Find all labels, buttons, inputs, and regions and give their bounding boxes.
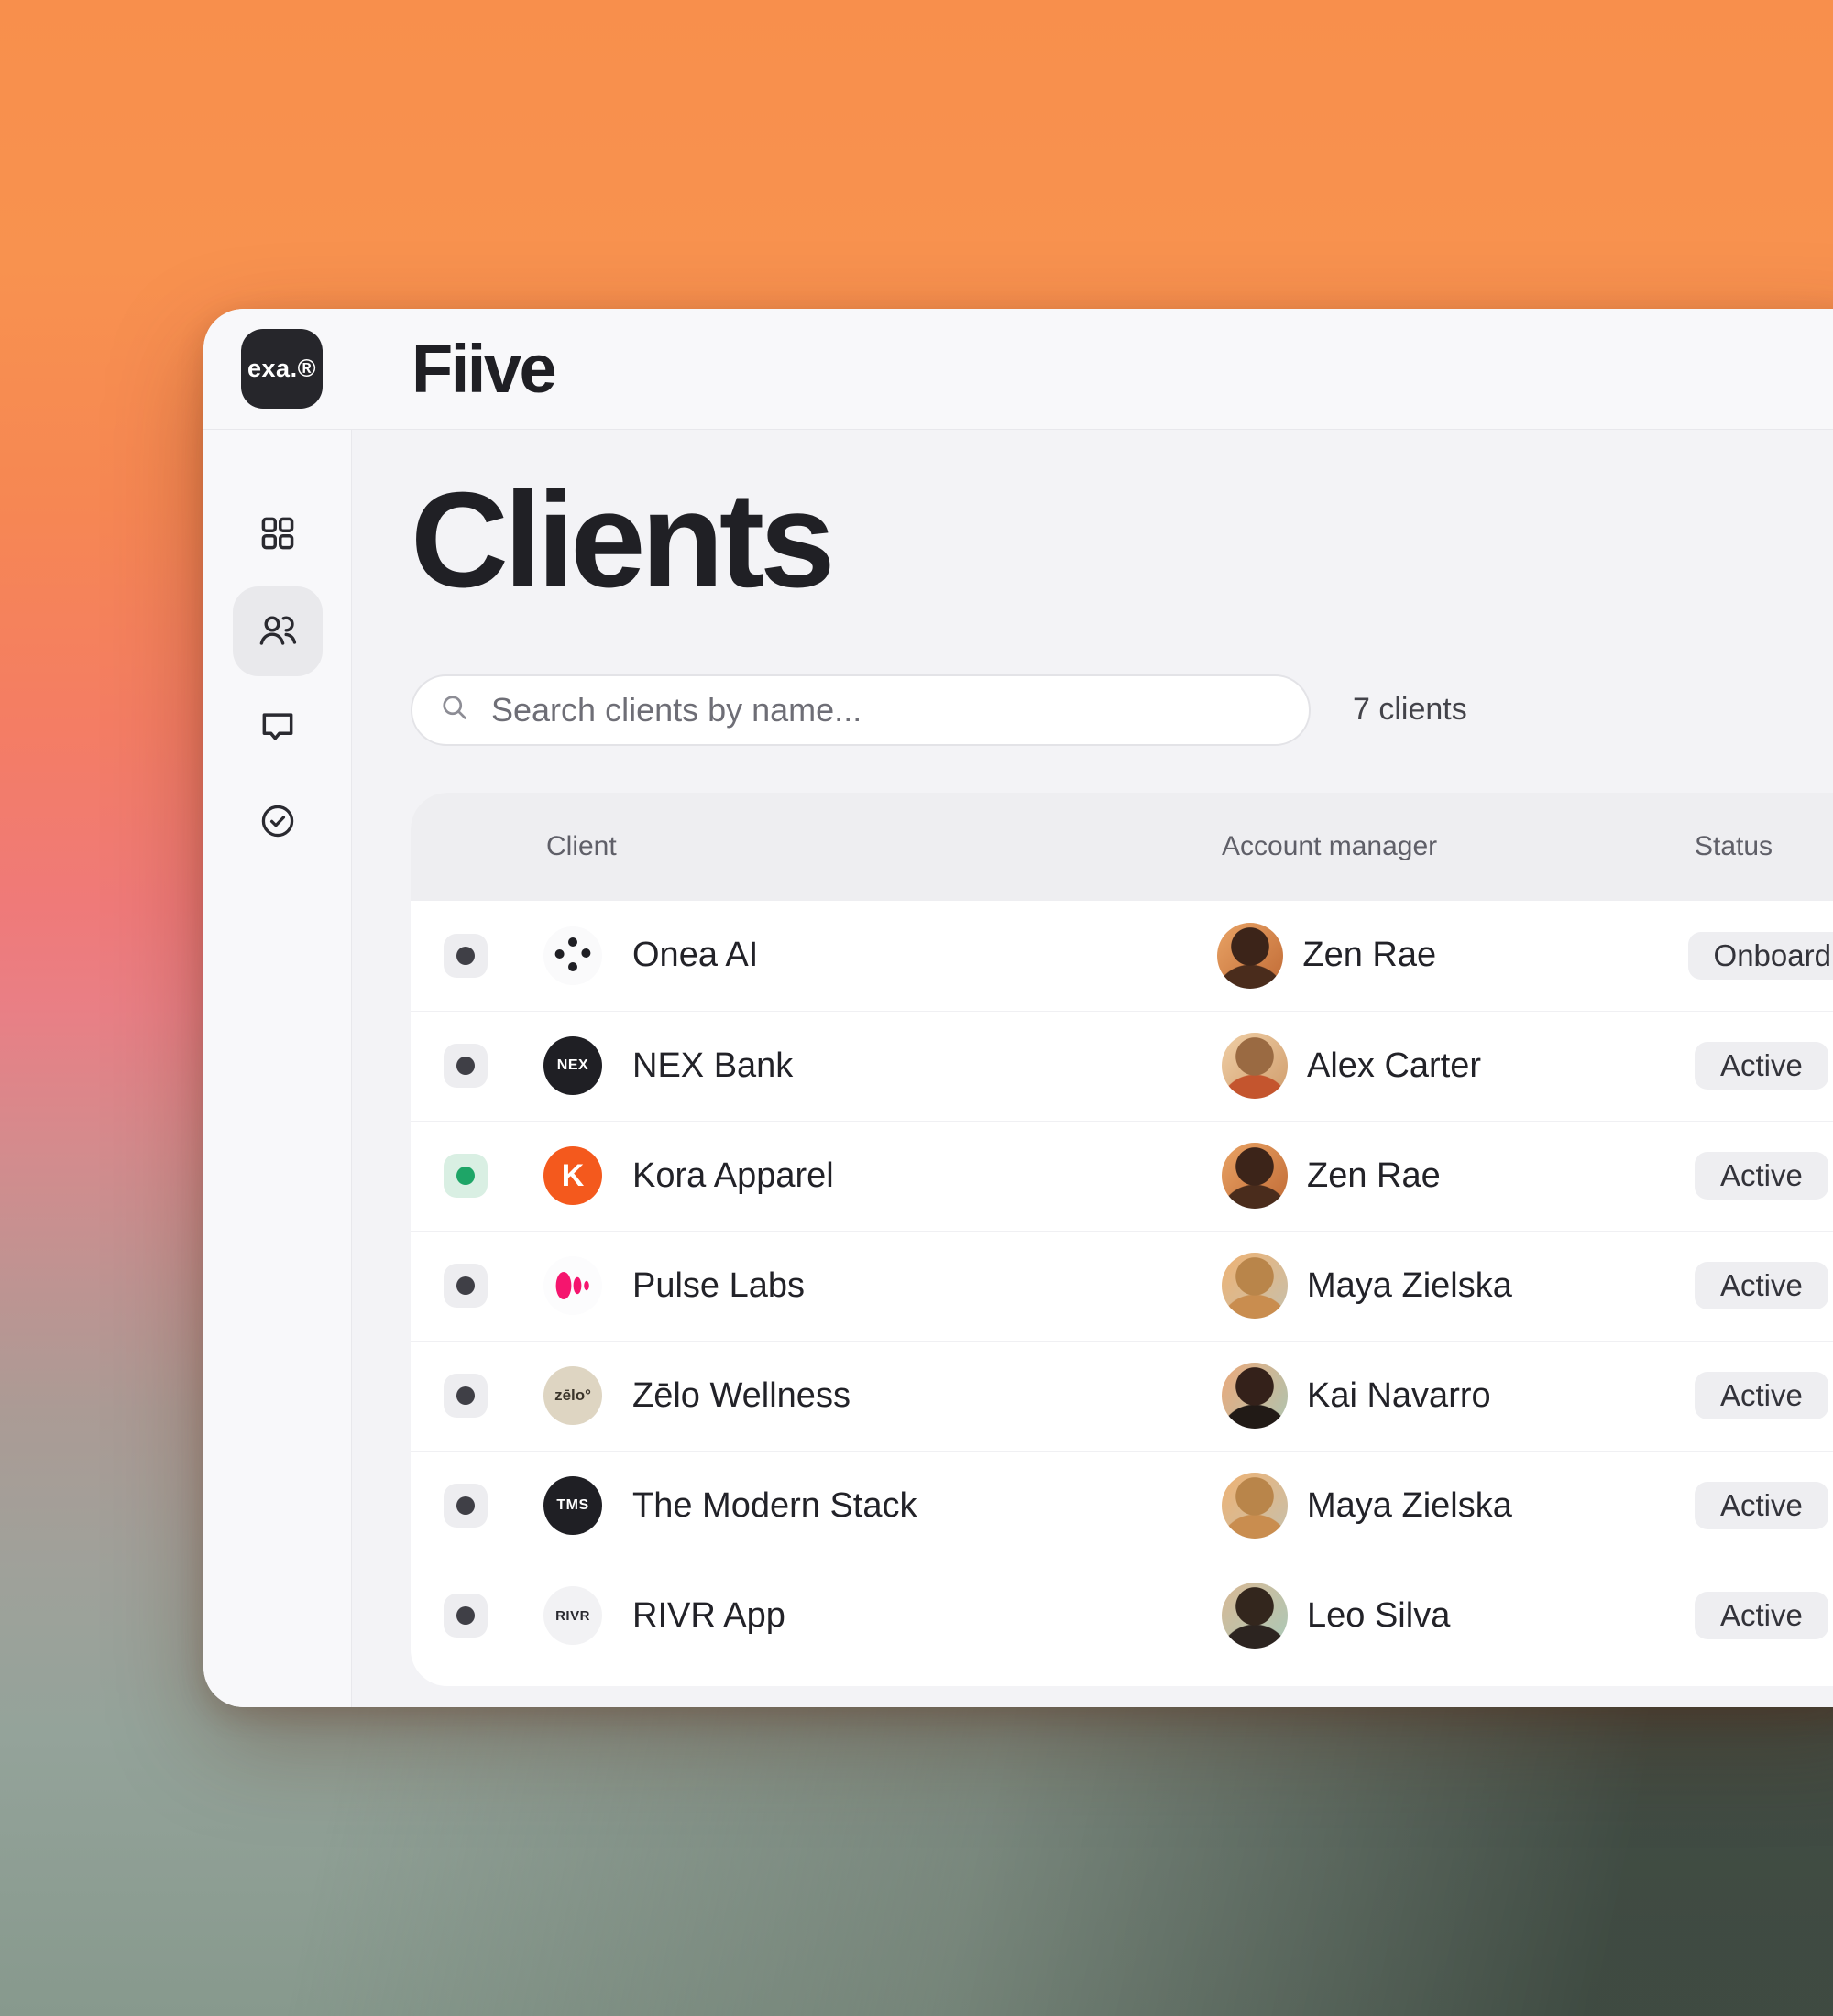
row-select-indicator[interactable] (444, 1044, 488, 1088)
table-row[interactable]: K Kora Apparel Zen Rae Active (411, 1121, 1833, 1231)
exa-logo: exa.® (241, 329, 323, 409)
dot-icon (456, 1057, 475, 1075)
row-select-indicator[interactable] (444, 1154, 488, 1198)
dot-icon (456, 1276, 475, 1295)
manager-name: Maya Zielska (1307, 1266, 1512, 1306)
table-row[interactable]: zēlo° Zēlo Wellness Kai Navarro Active (411, 1341, 1833, 1451)
search-box[interactable] (411, 674, 1311, 746)
table-header: Client Account manager Status (411, 793, 1833, 901)
client-name: NEX Bank (632, 1046, 793, 1086)
client-logo-pulse-icon (543, 1256, 602, 1315)
app-window: exa.® Fiive (203, 309, 1833, 1707)
manager-name: Leo Silva (1307, 1596, 1450, 1636)
row-select-indicator[interactable] (444, 1484, 488, 1528)
avatar (1222, 1473, 1288, 1539)
client-logo-dots-icon (543, 926, 602, 985)
row-select-indicator[interactable] (444, 1374, 488, 1418)
status-badge: Active (1695, 1372, 1828, 1419)
status-badge: Active (1695, 1482, 1828, 1529)
brand-wordmark: Fiive (412, 330, 554, 408)
dot-icon (456, 1606, 475, 1625)
avatar (1222, 1253, 1288, 1319)
client-name: The Modern Stack (632, 1486, 916, 1526)
sidebar-item-tasks[interactable] (258, 803, 298, 843)
client-name: Kora Apparel (632, 1156, 834, 1196)
grid-icon (258, 513, 298, 558)
table-row[interactable]: RIVR RIVR App Leo Silva Active (411, 1561, 1833, 1671)
table-row[interactable]: Pulse Labs Maya Zielska Active (411, 1231, 1833, 1341)
chat-icon (258, 706, 298, 751)
table-row[interactable]: NEX NEX Bank Alex Carter Active (411, 1011, 1833, 1121)
dot-icon (456, 1496, 475, 1515)
avatar (1222, 1033, 1288, 1099)
client-name: Zēlo Wellness (632, 1376, 851, 1416)
users-icon (256, 608, 300, 656)
manager-name: Kai Navarro (1307, 1376, 1491, 1416)
status-badge: Active (1695, 1262, 1828, 1309)
column-header-manager: Account manager (1222, 831, 1695, 862)
dot-icon (456, 1386, 475, 1405)
client-name: RIVR App (632, 1596, 785, 1636)
row-select-indicator[interactable] (444, 1594, 488, 1638)
manager-name: Alex Carter (1307, 1046, 1481, 1086)
sidebar-item-messages[interactable] (258, 707, 298, 748)
client-count: 7 clients (1353, 692, 1467, 728)
manager-name: Zen Rae (1302, 936, 1436, 975)
client-logo: NEX (543, 1036, 602, 1095)
search-input[interactable] (491, 691, 1309, 729)
sidebar-item-clients[interactable] (233, 586, 323, 676)
client-logo: zēlo° (543, 1366, 602, 1425)
dot-icon (456, 1167, 475, 1185)
table-row[interactable]: Onea AI Zen Rae Onboarding (411, 901, 1833, 1011)
avatar (1222, 1583, 1288, 1649)
sidebar (203, 430, 352, 1707)
main-content: Clients 7 clients Client Account (352, 430, 1833, 1707)
search-icon (438, 691, 471, 729)
client-logo: K (543, 1146, 602, 1205)
client-logo: TMS (543, 1476, 602, 1535)
avatar (1217, 923, 1283, 989)
status-badge: Onboarding (1688, 932, 1833, 980)
table-row[interactable]: TMS The Modern Stack Maya Zielska Active (411, 1451, 1833, 1561)
page-title: Clients (411, 472, 1833, 610)
manager-name: Zen Rae (1307, 1156, 1441, 1196)
row-select-indicator[interactable] (444, 1264, 488, 1308)
search-row: 7 clients (411, 674, 1833, 746)
topbar: exa.® Fiive (203, 309, 1833, 430)
avatar (1222, 1143, 1288, 1209)
status-badge: Active (1695, 1592, 1828, 1639)
sidebar-item-dashboard[interactable] (258, 515, 298, 555)
clients-table: Client Account manager Status (411, 793, 1833, 1686)
manager-name: Maya Zielska (1307, 1486, 1512, 1526)
status-badge: Active (1695, 1152, 1828, 1200)
client-name: Onea AI (632, 936, 758, 975)
avatar (1222, 1363, 1288, 1429)
column-header-client: Client (444, 831, 1222, 862)
column-header-status: Status (1695, 831, 1773, 862)
client-logo: RIVR (543, 1586, 602, 1645)
dot-icon (456, 947, 475, 965)
row-select-indicator[interactable] (444, 934, 488, 978)
status-badge: Active (1695, 1042, 1828, 1090)
check-circle-icon (258, 801, 298, 846)
client-name: Pulse Labs (632, 1266, 805, 1306)
